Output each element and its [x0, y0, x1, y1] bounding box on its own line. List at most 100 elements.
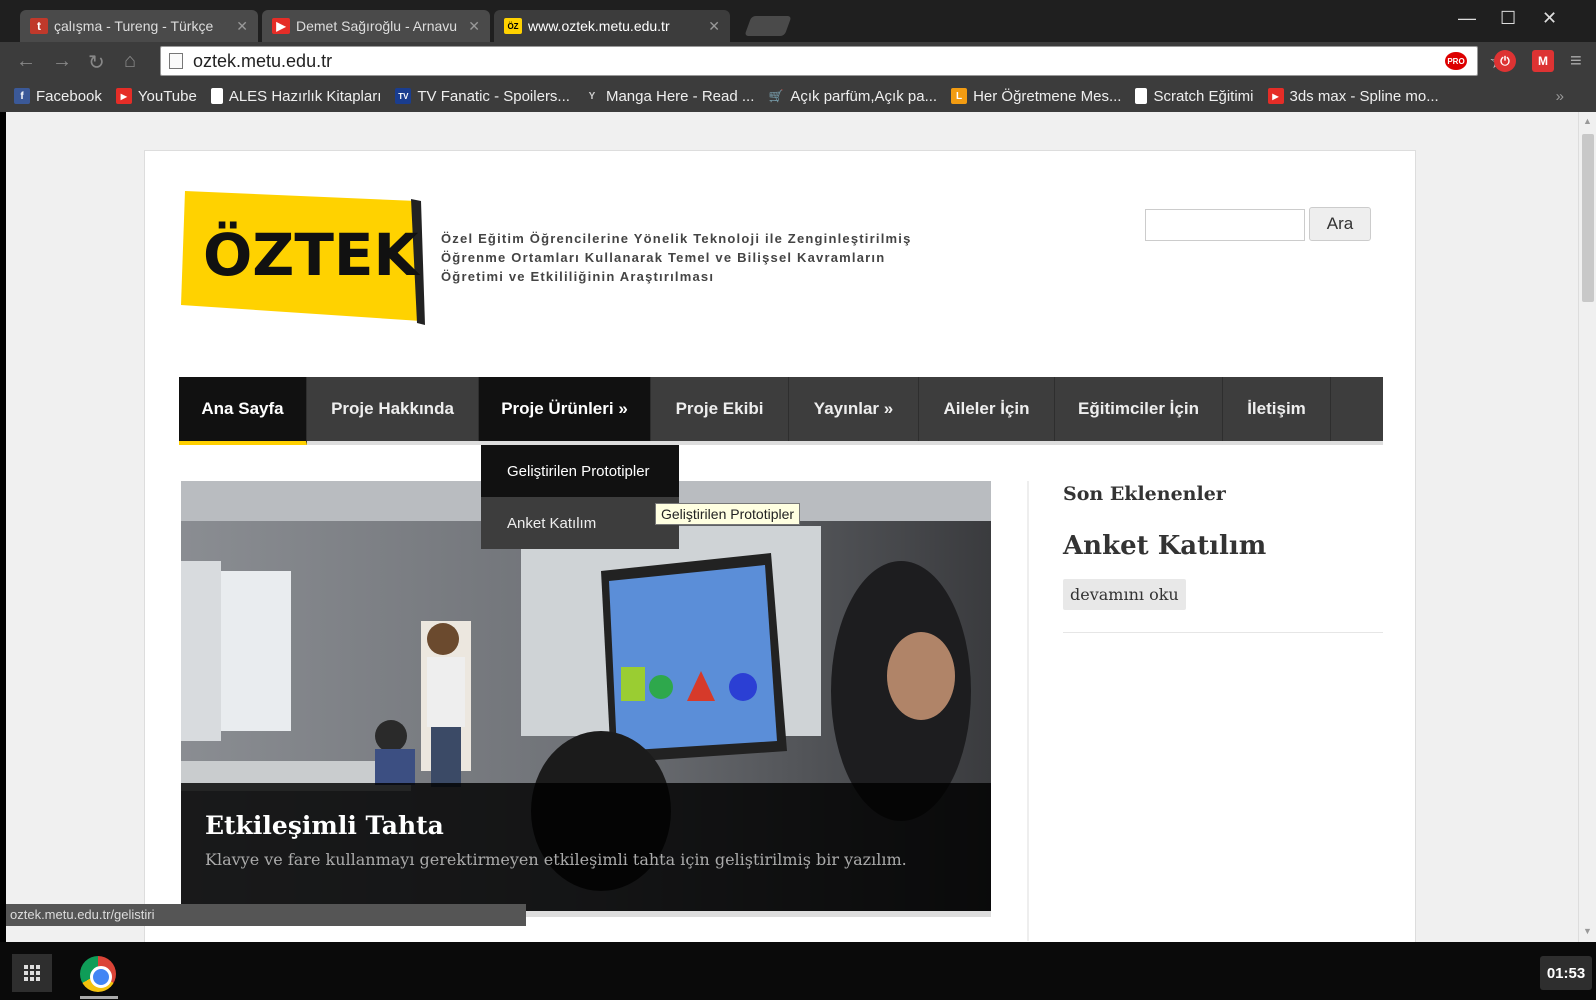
tagline-line: Öğrenme Ortamları Kullanarak Temel ve Bi…: [441, 250, 886, 265]
browser-chrome: t çalışma - Tureng - Türkçe ✕ ▶ Demet Sa…: [0, 0, 1596, 112]
nav-ana-sayfa[interactable]: Ana Sayfa: [179, 377, 307, 445]
bookmark-label: ALES Hazırlık Kitapları: [228, 87, 382, 105]
bookmarks-bar: f Facebook ▶ YouTube ALES Hazırlık Kitap…: [0, 80, 1596, 112]
page-icon: [169, 53, 183, 69]
browser-toolbar: ← → ↻ ⌂ oztek.metu.edu.tr PRO ☆ ⏻ M ≡: [0, 42, 1596, 80]
menu-icon[interactable]: ≡: [1570, 50, 1582, 73]
reload-icon[interactable]: ↻: [88, 50, 105, 75]
tab-tureng[interactable]: t çalışma - Tureng - Türkçe ✕: [20, 10, 258, 42]
nav-proje-urunleri[interactable]: Proje Ürünleri »: [479, 377, 651, 441]
bookmark-facebook[interactable]: f Facebook: [14, 88, 102, 105]
chrome-icon[interactable]: [80, 956, 116, 992]
sidebar: Son Eklenenler Anket Katılım devamını ok…: [1063, 483, 1383, 633]
main-nav: Ana Sayfa Proje Hakkında Proje Ürünleri …: [179, 377, 1383, 445]
nav-proje-ekibi[interactable]: Proje Ekibi: [651, 377, 789, 441]
facebook-icon: f: [14, 88, 30, 104]
submenu-gelistirilen-prototipler[interactable]: Geliştirilen Prototipler: [481, 445, 679, 497]
cart-icon: 🛒: [768, 89, 784, 103]
extension-power-icon[interactable]: ⏻: [1494, 50, 1516, 72]
oztek-logo[interactable]: ÖZTEK: [181, 187, 425, 325]
bookmark-scratch[interactable]: Scratch Eğitimi: [1135, 87, 1254, 105]
oztek-favicon-icon: ÖZ: [504, 18, 522, 34]
system-clock[interactable]: 01:53: [1540, 956, 1592, 990]
close-icon[interactable]: ✕: [236, 18, 248, 35]
site-container: ÖZTEK Özel Eğitim Öğrencilerine Yönelik …: [144, 150, 1416, 942]
close-window-icon[interactable]: ✕: [1542, 8, 1557, 29]
close-icon[interactable]: ✕: [708, 18, 720, 35]
running-indicator: [80, 996, 118, 999]
scroll-thumb[interactable]: [1582, 134, 1594, 302]
bookmark-ogretmen[interactable]: L Her Öğretmene Mes...: [951, 88, 1121, 105]
tab-oztek[interactable]: ÖZ www.oztek.metu.edu.tr ✕: [494, 10, 730, 42]
l-icon: L: [951, 88, 968, 104]
search-input[interactable]: [1145, 209, 1305, 241]
nav-aileler-icin[interactable]: Aileler İçin: [919, 377, 1055, 441]
nav-yayinlar[interactable]: Yayınlar »: [789, 377, 919, 441]
read-more-button[interactable]: devamını oku: [1063, 579, 1186, 610]
bookmark-label: Manga Here - Read ...: [605, 87, 755, 105]
sidebar-heading: Son Eklenenler: [1063, 483, 1226, 505]
nav-proje-hakkinda[interactable]: Proje Hakkında: [307, 377, 479, 441]
svg-text:ÖZTEK: ÖZTEK: [203, 220, 421, 289]
bookmark-label: YouTube: [137, 87, 197, 105]
back-icon[interactable]: ←: [16, 50, 36, 73]
bookmark-youtube[interactable]: ▶ YouTube: [115, 87, 197, 105]
bookmark-label: TV Fanatic - Spoilers...: [417, 87, 570, 105]
page-scrollbar[interactable]: ▲ ▼: [1578, 112, 1596, 942]
bookmarks-overflow-icon[interactable]: »: [1556, 88, 1564, 105]
slide-description: Klavye ve fare kullanmayı gerektirmeyen …: [205, 850, 907, 869]
address-text: oztek.metu.edu.tr: [193, 50, 333, 71]
sidebar-divider: [1027, 481, 1029, 941]
tureng-icon: t: [30, 18, 48, 34]
bookmark-label: Her Öğretmene Mes...: [973, 87, 1122, 105]
sidebar-post-title[interactable]: Anket Katılım: [1063, 531, 1383, 561]
os-taskbar: 01:53: [0, 942, 1596, 1000]
search-button[interactable]: Ara: [1309, 207, 1371, 241]
bookmark-label: 3ds max - Spline mo...: [1289, 87, 1439, 105]
manga-icon: Y: [588, 90, 596, 102]
tab-youtube[interactable]: ▶ Demet Sağıroğlu - Arnavu ✕: [262, 10, 490, 42]
page-icon: [1135, 88, 1148, 104]
maximize-icon[interactable]: ☐: [1500, 8, 1516, 29]
sidebar-divider-line: [1063, 632, 1383, 633]
bookmark-parfum[interactable]: 🛒 Açık parfüm,Açık pa...: [768, 88, 937, 105]
app-launcher-button[interactable]: [12, 954, 52, 992]
status-bar-url: oztek.metu.edu.tr/gelistiri: [6, 904, 526, 926]
tagline-line: Öğretimi ve Etkililiğinin Araştırılması: [441, 269, 715, 284]
tab-title: çalışma - Tureng - Türkçe: [54, 18, 214, 34]
gmail-icon[interactable]: M: [1532, 50, 1554, 72]
new-tab-button[interactable]: [744, 16, 792, 36]
bookmark-tvfanatic[interactable]: TV TV Fanatic - Spoilers...: [395, 88, 570, 105]
adblock-pro-icon[interactable]: PRO: [1445, 52, 1467, 70]
apps-grid-icon: [24, 965, 40, 981]
bookmark-label: Scratch Eğitimi: [1153, 87, 1254, 105]
youtube-icon: ▶: [272, 18, 290, 34]
tab-title: www.oztek.metu.edu.tr: [528, 18, 670, 34]
scroll-down-icon[interactable]: ▼: [1583, 926, 1592, 936]
address-bar[interactable]: oztek.metu.edu.tr PRO ☆: [160, 46, 1507, 76]
page-icon: [210, 88, 223, 104]
home-icon[interactable]: ⌂: [124, 50, 136, 73]
close-icon[interactable]: ✕: [468, 18, 480, 35]
youtube-icon: ▶: [1267, 88, 1284, 104]
tab-title: Demet Sağıroğlu - Arnavu: [296, 18, 458, 34]
page-viewport: ÖZTEK Özel Eğitim Öğrencilerine Yönelik …: [6, 112, 1578, 942]
nav-egitimciler-icin[interactable]: Eğitimciler İçin: [1055, 377, 1223, 441]
site-tagline: Özel Eğitim Öğrencilerine Yönelik Teknol…: [441, 229, 912, 286]
scroll-up-icon[interactable]: ▲: [1583, 116, 1592, 126]
bookmark-label: Facebook: [36, 87, 102, 105]
slide-caption: Etkileşimli Tahta Klavye ve fare kullanm…: [181, 783, 991, 911]
nav-iletisim[interactable]: İletişim: [1223, 377, 1331, 441]
bookmark-label: Açık parfüm,Açık pa...: [790, 87, 938, 105]
tv-icon: TV: [395, 88, 412, 104]
slide-title[interactable]: Etkileşimli Tahta: [205, 811, 967, 840]
forward-icon[interactable]: →: [52, 50, 72, 73]
link-tooltip: Geliştirilen Prototipler: [655, 503, 801, 525]
bookmark-3dsmax[interactable]: ▶ 3ds max - Spline mo...: [1267, 87, 1439, 105]
minimize-icon[interactable]: —: [1458, 8, 1476, 29]
bookmark-ales[interactable]: ALES Hazırlık Kitapları: [210, 87, 382, 105]
proje-urunleri-submenu: Geliştirilen Prototipler Anket Katılım: [481, 445, 679, 549]
bookmark-mangahere[interactable]: Y Manga Here - Read ...: [584, 87, 755, 105]
submenu-anket-katilim[interactable]: Anket Katılım: [481, 497, 679, 549]
tab-strip: t çalışma - Tureng - Türkçe ✕ ▶ Demet Sa…: [0, 0, 1596, 42]
